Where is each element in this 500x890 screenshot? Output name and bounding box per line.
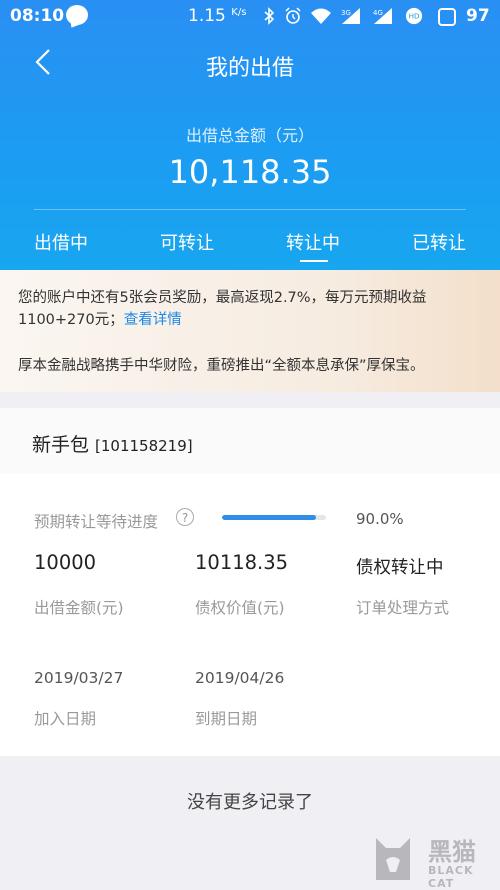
svg-text:HD: HD bbox=[409, 12, 420, 21]
join-date-value: 2019/03/27 bbox=[34, 669, 124, 687]
item-name: 新手包 bbox=[32, 434, 90, 456]
lend-amount-value: 10000 bbox=[34, 551, 97, 574]
progress-bar bbox=[222, 515, 326, 520]
chat-notification-icon bbox=[66, 5, 88, 25]
speed-unit: K/s bbox=[231, 7, 247, 18]
insurance-notice: 厚本金融战略携手中华财险，重磅推出“全额本息承保”厚保宝。 bbox=[18, 358, 425, 374]
progress-label: 预期转让等待进度 bbox=[34, 513, 159, 531]
signal-4g-icon: 4G bbox=[373, 8, 392, 24]
total-amount-value: 10,118.35 bbox=[168, 153, 332, 191]
tab-lending[interactable]: 出借中 bbox=[34, 229, 88, 255]
alarm-icon bbox=[285, 7, 301, 24]
progress-percent: 90.0% bbox=[356, 510, 404, 528]
due-date-value: 2019/04/26 bbox=[195, 669, 285, 687]
network-speed: 1.15 K/s bbox=[188, 6, 246, 26]
svg-text:4G: 4G bbox=[373, 9, 383, 17]
item-header[interactable]: 新手包 [101158219] bbox=[0, 408, 500, 474]
help-icon[interactable]: ? bbox=[176, 508, 194, 526]
claim-value-label: 债权价值(元) bbox=[195, 599, 285, 617]
wifi-icon bbox=[311, 8, 331, 24]
battery-percent: 97 bbox=[466, 6, 490, 26]
page-title: 我的出借 bbox=[205, 56, 294, 81]
header-divider bbox=[34, 209, 466, 210]
speed-value: 1.15 bbox=[188, 6, 226, 26]
item-card[interactable]: 预期转让等待进度 ? 90.0% 10000 10118.35 债权转让中 出借… bbox=[0, 474, 500, 756]
reward-notice: 您的账户中还有5张会员奖励，最高返现2.7%，每万元预期收益1100+270元；… bbox=[18, 287, 488, 331]
watermark: 黑猫 BLACK CAT bbox=[368, 832, 498, 890]
process-method-label: 订单处理方式 bbox=[356, 599, 450, 617]
reward-notice-text: 您的账户中还有5张会员奖励，最高返现2.7%，每万元预期收益1100+270元； bbox=[18, 290, 427, 328]
svg-text:3G: 3G bbox=[341, 9, 351, 17]
status-bar: 08:10 1.15 K/s 3G 4G HD 97 bbox=[0, 0, 500, 32]
no-more-records: 没有更多记录了 bbox=[187, 792, 313, 813]
total-amount-label: 出借总金额（元） bbox=[185, 126, 314, 145]
status-time: 08:10 bbox=[10, 6, 65, 26]
header-banner: 08:10 1.15 K/s 3G 4G HD 97 我的出借 出借总金额（元）… bbox=[0, 0, 500, 270]
notice-banner: 您的账户中还有5张会员奖励，最高返现2.7%，每万元预期收益1100+270元；… bbox=[0, 270, 500, 392]
tab-transferable[interactable]: 可转让 bbox=[160, 229, 214, 255]
watermark-cn: 黑猫 bbox=[428, 838, 476, 866]
claim-value: 10118.35 bbox=[195, 551, 289, 574]
watermark-en: BLACK CAT bbox=[428, 864, 474, 890]
lend-amount-label: 出借金额(元) bbox=[34, 599, 124, 617]
hd-badge-icon: HD bbox=[405, 7, 423, 25]
item-title: 新手包 [101158219] bbox=[32, 430, 193, 457]
progress-bar-fill bbox=[222, 515, 316, 520]
bluetooth-icon bbox=[264, 7, 275, 25]
tab-bar: 出借中 可转让 转让中 已转让 bbox=[0, 229, 500, 269]
signal-3g-icon: 3G bbox=[341, 8, 360, 24]
view-details-link[interactable]: 查看详情 bbox=[124, 312, 182, 328]
battery-icon bbox=[438, 8, 456, 26]
join-date-label: 加入日期 bbox=[34, 710, 97, 728]
active-tab-indicator bbox=[300, 260, 328, 262]
item-code: [101158219] bbox=[95, 437, 193, 455]
tab-transferred[interactable]: 已转让 bbox=[412, 229, 466, 255]
black-cat-logo-icon bbox=[376, 838, 410, 880]
tab-transferring[interactable]: 转让中 bbox=[286, 229, 340, 255]
process-method-value: 债权转让中 bbox=[356, 558, 444, 578]
due-date-label: 到期日期 bbox=[195, 710, 258, 728]
